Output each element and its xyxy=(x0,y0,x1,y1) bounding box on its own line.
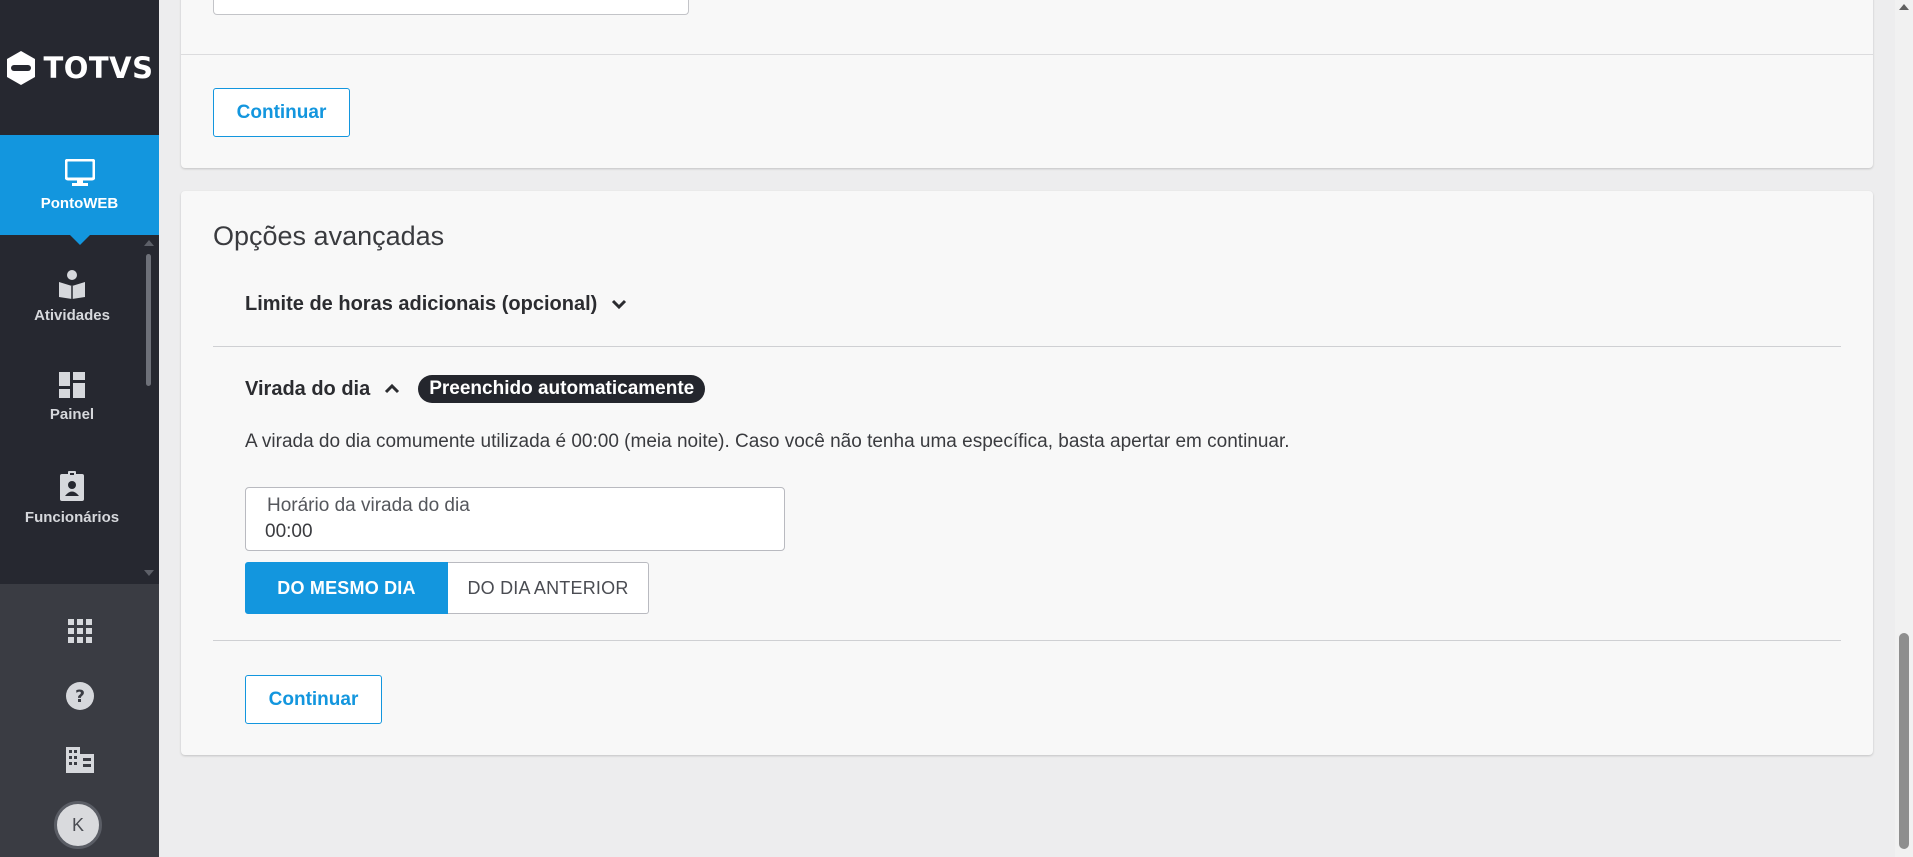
virada-dia-header[interactable]: Virada do dia Preenchido automaticamente xyxy=(245,374,706,404)
day-option-toggle: DO MESMO DIA DO DIA ANTERIOR xyxy=(245,562,649,614)
apps-grid-icon xyxy=(67,619,92,643)
sidebar-scrollbar-thumb[interactable] xyxy=(146,254,151,386)
help-icon: ? xyxy=(65,682,94,710)
dashboard-icon xyxy=(59,371,85,398)
divider xyxy=(213,640,1841,641)
limite-horas-header[interactable]: Limite de horas adicionais (opcional) xyxy=(245,289,627,319)
limite-horas-label: Limite de horas adicionais (opcional) xyxy=(245,292,598,315)
logo-text: TOTVS xyxy=(43,50,154,85)
sidebar-item-label: Funcionários xyxy=(24,508,120,526)
virada-time-label: Horário da virada do dia xyxy=(267,495,470,516)
chevron-down-icon[interactable] xyxy=(611,298,627,310)
continue-button[interactable]: Continuar xyxy=(245,675,382,724)
sidebar-item-painel[interactable]: Painel xyxy=(0,347,144,447)
virada-time-field[interactable]: Horário da virada do dia xyxy=(245,487,785,551)
company-building-icon xyxy=(65,747,94,773)
book-person-icon xyxy=(59,269,85,299)
section-title: Opções avançadas xyxy=(213,221,445,251)
page-scrollbar[interactable] xyxy=(1895,0,1913,857)
sidebar-scrollbar[interactable] xyxy=(144,236,154,586)
virada-dia-label: Virada do dia xyxy=(245,377,371,400)
scroll-up-arrow-icon[interactable] xyxy=(144,240,154,246)
top-card: Continuar xyxy=(181,0,1873,168)
avatar[interactable]: K xyxy=(54,801,102,849)
monitor-icon xyxy=(64,158,95,186)
sidebar-item-label: Painel xyxy=(49,405,95,423)
advanced-options-card: Opções avançadas Limite de horas adicion… xyxy=(181,191,1873,755)
option-mesmo-dia-button[interactable]: DO MESMO DIA xyxy=(245,562,448,614)
svg-text:?: ? xyxy=(75,687,85,707)
option-dia-anterior-button[interactable]: DO DIA ANTERIOR xyxy=(448,562,649,614)
sidebar-item-label: Atividades xyxy=(34,306,110,324)
sidebar-item-funcionarios[interactable]: Funcionários xyxy=(0,448,144,548)
virada-time-input[interactable] xyxy=(265,519,765,545)
badge-icon xyxy=(60,470,84,501)
scroll-down-arrow-icon[interactable] xyxy=(144,570,154,576)
continue-button[interactable]: Continuar xyxy=(213,88,350,137)
sidebar-item-pontoweb[interactable]: PontoWEB xyxy=(0,135,159,245)
totvs-logo-icon xyxy=(7,50,36,85)
auto-filled-badge: Preenchido automaticamente xyxy=(418,375,706,403)
chevron-up-icon[interactable] xyxy=(384,383,400,395)
virada-help-text: A virada do dia comumente utilizada é 00… xyxy=(245,431,1290,452)
sidebar: TOTVS PontoWEB Atividades Painel Funcion… xyxy=(0,0,159,857)
scroll-up-arrow-icon[interactable] xyxy=(1899,4,1909,10)
help-button[interactable]: ? xyxy=(0,676,159,716)
avatar-initial: K xyxy=(71,814,84,835)
company-button[interactable] xyxy=(0,740,159,780)
apps-grid-button[interactable] xyxy=(0,611,159,651)
main-content: Continuar Opções avançadas Limite de hor… xyxy=(159,0,1895,857)
divider xyxy=(213,346,1841,347)
top-input-field[interactable] xyxy=(213,0,689,15)
page-scrollbar-thumb[interactable] xyxy=(1899,633,1909,849)
sidebar-item-atividades[interactable]: Atividades xyxy=(0,246,144,346)
divider xyxy=(181,54,1873,55)
totvs-logo[interactable]: TOTVS xyxy=(0,0,159,135)
sidebar-item-label: PontoWEB xyxy=(40,194,119,212)
